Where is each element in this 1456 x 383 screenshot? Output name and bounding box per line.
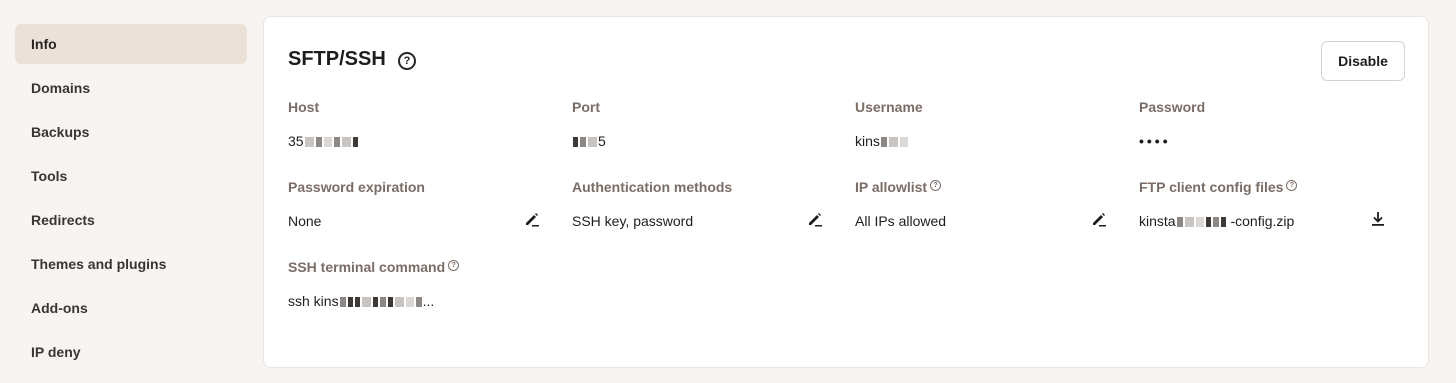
ssh-command-field: SSH terminal command? ssh kins... xyxy=(288,257,548,309)
auth-methods-value: SSH key, password xyxy=(572,213,694,229)
panel-title: SFTP/SSH xyxy=(288,48,386,70)
ssh-command-value-suffix: ... xyxy=(422,293,435,309)
username-field: Username kins xyxy=(855,97,1115,149)
host-value-text: 35 xyxy=(288,133,304,149)
password-label: Password xyxy=(1139,99,1206,115)
username-value: kins xyxy=(855,133,909,149)
question-circle-icon[interactable]: ? xyxy=(398,52,416,70)
ip-allowlist-value: All IPs allowed xyxy=(855,213,947,229)
password-expiration-label: Password expiration xyxy=(288,179,425,195)
sidebar-item-domains[interactable]: Domains xyxy=(15,68,247,108)
password-field: Password •••• xyxy=(1139,97,1399,149)
ssh-command-value-prefix: ssh kins xyxy=(288,293,339,309)
sidebar-item-add-ons[interactable]: Add-ons xyxy=(15,288,247,328)
ip-allowlist-label-text: IP allowlist xyxy=(855,179,928,195)
password-expiration-field: Password expiration None xyxy=(288,177,548,229)
username-value-text: kins xyxy=(855,133,880,149)
ip-allowlist-field: IP allowlist? All IPs allowed xyxy=(855,177,1115,229)
port-value-text: 5 xyxy=(598,133,606,149)
host-value: 35 xyxy=(288,133,359,149)
download-icon[interactable] xyxy=(1369,210,1387,228)
ssh-command-label: SSH terminal command? xyxy=(288,257,548,277)
question-circle-icon[interactable]: ? xyxy=(1286,180,1298,191)
question-circle-icon[interactable]: ? xyxy=(448,260,460,271)
sftp-ssh-card: SFTP/SSH ? Disable Host 35 Port 5 Userna… xyxy=(263,16,1429,368)
ftp-config-field: FTP client config files? kinsta -config.… xyxy=(1139,177,1399,229)
password-expiration-value: None xyxy=(288,213,322,229)
edit-icon[interactable] xyxy=(523,210,541,228)
ftp-config-value-suffix: -config.zip xyxy=(1230,213,1295,229)
port-field: Port 5 xyxy=(572,97,832,149)
ssh-command-label-text: SSH terminal command xyxy=(288,259,446,275)
disable-button[interactable]: Disable xyxy=(1321,41,1405,81)
host-label: Host xyxy=(288,99,320,115)
port-value: 5 xyxy=(572,133,606,149)
sidebar: Info Domains Backups Tools Redirects The… xyxy=(15,24,247,376)
auth-methods-label: Authentication methods xyxy=(572,179,733,195)
username-label: Username xyxy=(855,99,923,115)
edit-icon[interactable] xyxy=(806,210,824,228)
edit-icon[interactable] xyxy=(1090,210,1108,228)
sidebar-item-info[interactable]: Info xyxy=(15,24,247,64)
ftp-config-label: FTP client config files? xyxy=(1139,177,1399,197)
ftp-config-value-prefix: kinsta xyxy=(1139,213,1176,229)
sidebar-item-ip-deny[interactable]: IP deny xyxy=(15,332,247,372)
ssh-command-value[interactable]: ssh kins... xyxy=(288,293,434,309)
password-value: •••• xyxy=(1139,133,1171,149)
sidebar-item-backups[interactable]: Backups xyxy=(15,112,247,152)
sidebar-item-themes-and-plugins[interactable]: Themes and plugins xyxy=(15,244,247,284)
auth-methods-field: Authentication methods SSH key, password xyxy=(572,177,832,229)
port-label: Port xyxy=(572,99,600,115)
sidebar-item-tools[interactable]: Tools xyxy=(15,156,247,196)
host-field: Host 35 xyxy=(288,97,548,149)
ftp-config-label-text: FTP client config files xyxy=(1139,179,1284,195)
ftp-config-value: kinsta -config.zip xyxy=(1139,213,1294,229)
sidebar-item-redirects[interactable]: Redirects xyxy=(15,200,247,240)
question-circle-icon[interactable]: ? xyxy=(930,180,942,191)
ip-allowlist-label: IP allowlist? xyxy=(855,177,1115,197)
